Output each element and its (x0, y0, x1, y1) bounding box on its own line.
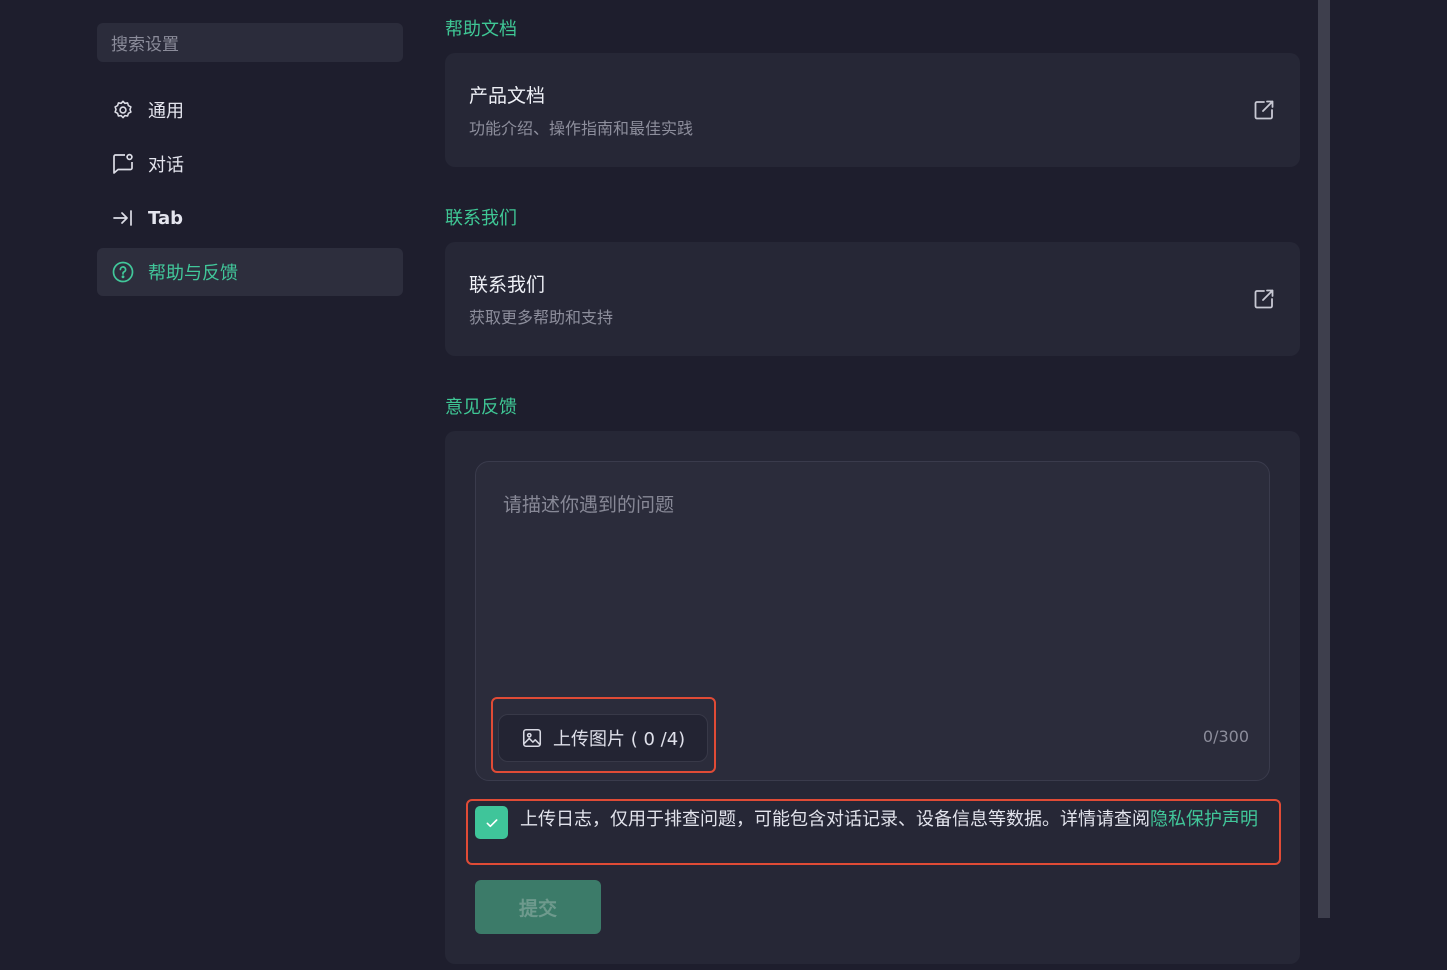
card-title: 产品文档 (469, 85, 546, 107)
card-title: 联系我们 (469, 274, 546, 296)
sidebar-item-tab[interactable]: Tab (97, 194, 403, 242)
section-title-contact: 联系我们 (445, 208, 517, 229)
section-title-docs: 帮助文档 (445, 19, 517, 40)
sidebar-item-label: Tab (148, 207, 183, 229)
checkmark-icon (486, 818, 497, 827)
feedback-textarea[interactable]: 请描述你遇到的问题 上传图片 ( 0 /4) 0/300 (475, 461, 1270, 781)
sidebar-item-help-feedback[interactable]: 帮助与反馈 (97, 248, 403, 296)
card-subtitle: 获取更多帮助和支持 (469, 308, 614, 327)
help-circle-icon (111, 260, 135, 284)
upload-label: 上传图片 ( 0 /4) (553, 729, 686, 750)
upload-log-checkbox[interactable] (475, 806, 508, 839)
chat-icon (111, 152, 135, 176)
product-docs-card[interactable]: 产品文档 功能介绍、操作指南和最佳实践 (445, 53, 1300, 167)
sidebar-item-chat[interactable]: 对话 (97, 140, 403, 188)
search-input[interactable]: 搜索设置 (97, 23, 403, 62)
external-link-icon[interactable] (1252, 98, 1276, 122)
sidebar-item-label: 帮助与反馈 (148, 263, 238, 284)
upload-image-button[interactable]: 上传图片 ( 0 /4) (498, 714, 708, 762)
sidebar-item-label: 通用 (148, 101, 184, 122)
privacy-policy-link[interactable]: 隐私保护声明 (1150, 809, 1258, 830)
char-counter: 0/300 (1202, 727, 1249, 746)
scrollbar[interactable] (1318, 0, 1330, 918)
feedback-placeholder: 请描述你遇到的问题 (503, 494, 675, 516)
sidebar-item-general[interactable]: 通用 (97, 86, 403, 134)
card-subtitle: 功能介绍、操作指南和最佳实践 (469, 119, 694, 138)
sidebar-item-label: 对话 (148, 155, 184, 176)
external-link-icon[interactable] (1252, 287, 1276, 311)
consent-label: 上传日志，仅用于排查问题，可能包含对话记录、设备信息等数据。详情请查阅 (520, 809, 1150, 830)
submit-button[interactable]: 提交 (475, 880, 601, 934)
contact-us-card[interactable]: 联系我们 获取更多帮助和支持 (445, 242, 1300, 356)
consent-text: 上传日志，仅用于排查问题，可能包含对话记录、设备信息等数据。详情请查阅隐私保护声… (520, 806, 1275, 833)
gear-icon (111, 98, 135, 122)
tab-arrow-icon (111, 206, 135, 230)
image-icon (522, 728, 542, 748)
section-title-feedback: 意见反馈 (445, 397, 517, 418)
submit-label: 提交 (518, 897, 557, 920)
search-placeholder: 搜索设置 (111, 35, 179, 55)
settings-window: 搜索设置 通用 对话 Tab 帮助与反馈 帮助文档 产品文档 功能介绍、操作指南… (0, 0, 1447, 970)
